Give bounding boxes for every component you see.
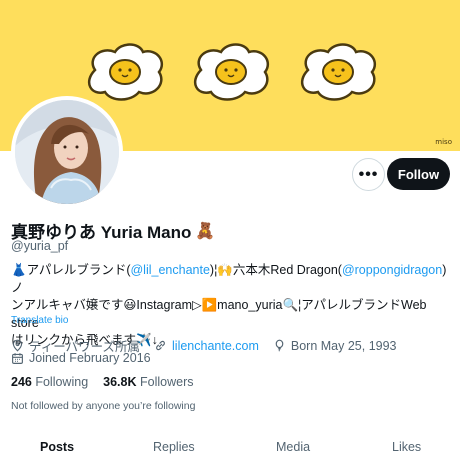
balloon-icon [275, 339, 284, 352]
avatar-photo [15, 100, 119, 204]
user-handle: @yuria_pf [11, 239, 69, 253]
bio-mention-link[interactable]: @roppongidragon [342, 263, 442, 277]
followers-label: Followers [140, 375, 194, 389]
joined-item: Joined February 2016 [11, 351, 151, 365]
fried-egg-illustration [294, 40, 380, 104]
following-label: Following [35, 375, 89, 389]
calendar-icon [12, 352, 23, 364]
tab-likes[interactable]: Likes [392, 440, 421, 454]
tab-posts[interactable]: Posts [40, 440, 74, 454]
birthday-text: Born May 25, 1993 [290, 338, 397, 353]
followers-stat[interactable]: 36.8K Followers [103, 375, 193, 389]
banner-signature: miso [435, 138, 452, 146]
more-icon: ••• [358, 165, 379, 183]
followers-count: 36.8K [103, 375, 137, 389]
fried-egg-illustration [187, 40, 273, 104]
more-options-button[interactable]: ••• [352, 158, 385, 191]
website-link[interactable]: lilenchante.com [172, 339, 259, 353]
follow-button[interactable]: Follow [387, 158, 450, 190]
bio-mention-link[interactable]: @lil_enchante [130, 263, 209, 277]
website-item: lilenchante.com [154, 339, 259, 353]
following-stat[interactable]: 246 Following [11, 375, 88, 389]
follow-stats: 246 Following 36.8K Followers [11, 375, 194, 389]
bio-text: )¦🙌六本木Red Dragon( [209, 263, 342, 277]
joined-text: Joined February 2016 [29, 351, 151, 365]
fried-egg-illustration [81, 40, 167, 104]
mutual-followers-note: Not followed by anyone you’re following [11, 400, 196, 412]
link-icon [156, 340, 165, 351]
birthday-item: Born May 25, 1993 [273, 339, 397, 353]
bio-text: 👗アパレルブランド( [11, 263, 131, 277]
teddy-bear-emoji: 🧸 [195, 222, 216, 240]
bio-text: ンアルキャバ嬢です😃Instagram▷▶️mano_yuria🔍¦アパレルブラ… [11, 298, 430, 330]
profile-meta-row: Joined February 2016 [11, 351, 151, 365]
tab-media[interactable]: Media [276, 440, 310, 454]
tab-replies[interactable]: Replies [153, 440, 195, 454]
avatar[interactable] [11, 96, 123, 208]
profile-tabs: Posts Replies Media Likes [0, 430, 460, 460]
translate-bio-link[interactable]: Translate bio [11, 315, 68, 326]
following-count: 246 [11, 375, 32, 389]
